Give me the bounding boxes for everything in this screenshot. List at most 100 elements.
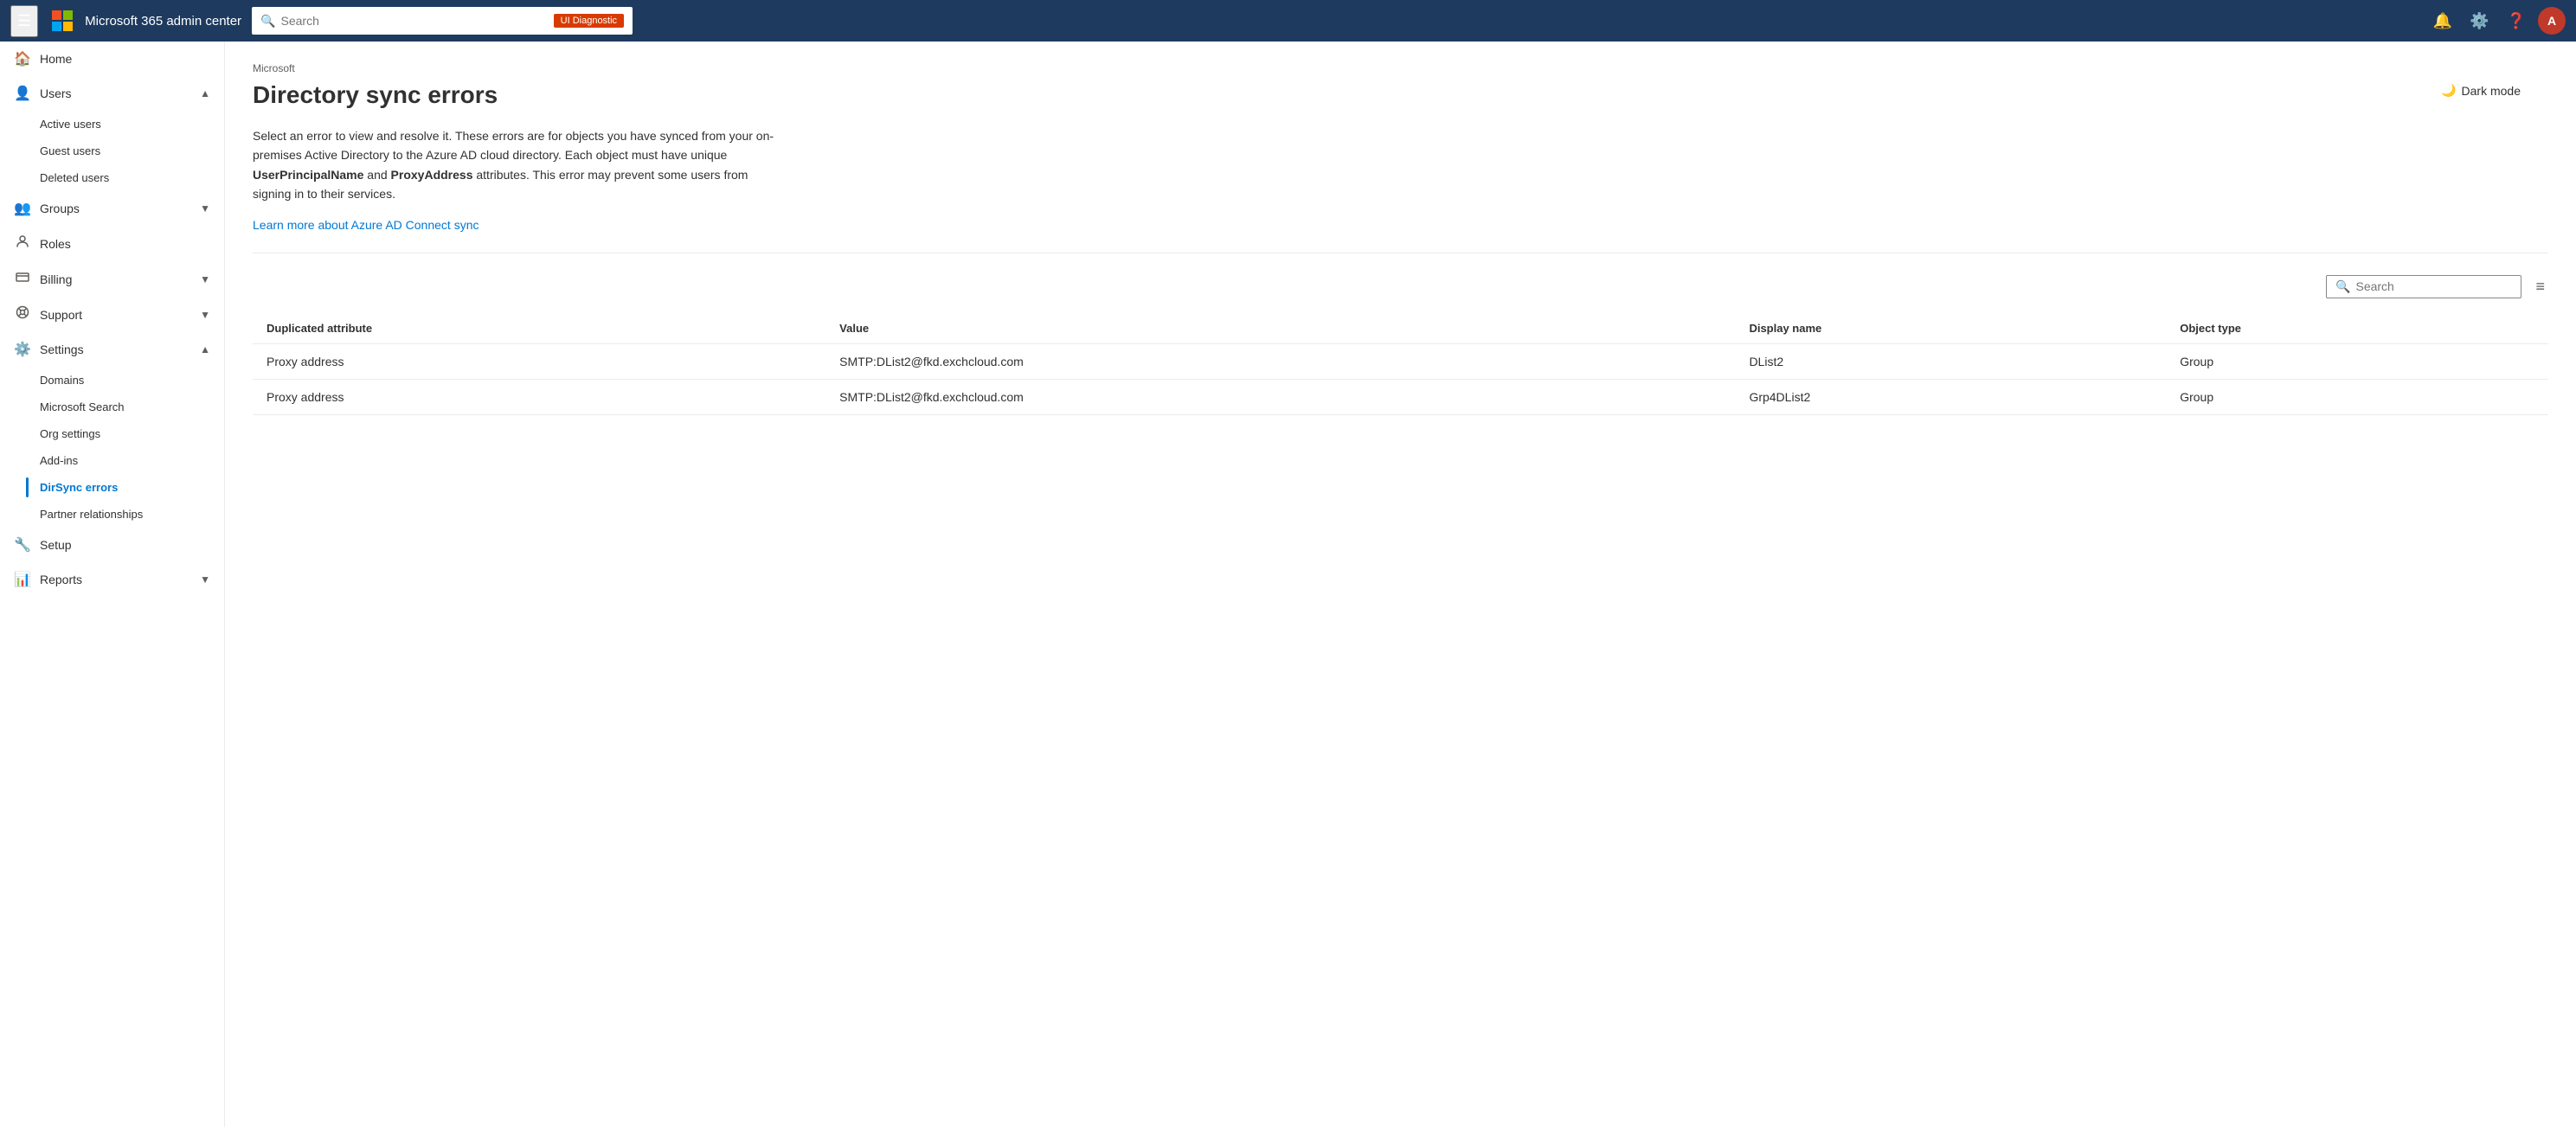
notification-button[interactable]: 🔔 — [2428, 7, 2457, 35]
sidebar-label-roles: Roles — [40, 237, 210, 251]
table-row[interactable]: Proxy addressSMTP:DList2@fkd.exchcloud.c… — [253, 343, 2548, 379]
settings-nav-icon: ⚙️ — [14, 341, 31, 358]
sidebar-item-users[interactable]: 👤 Users ▲ — [0, 76, 224, 111]
cell-value: SMTP:DList2@fkd.exchcloud.com — [825, 379, 1735, 414]
page-title: Directory sync errors — [253, 81, 2548, 109]
bold-upn: UserPrincipalName — [253, 168, 363, 182]
table-body: Proxy addressSMTP:DList2@fkd.exchcloud.c… — [253, 343, 2548, 414]
setup-icon: 🔧 — [14, 536, 31, 554]
groups-icon: 👥 — [14, 200, 31, 217]
cell-objecttype: Group — [2166, 379, 2548, 414]
app-title: Microsoft 365 admin center — [85, 14, 241, 29]
sidebar-item-domains[interactable]: Domains — [40, 367, 224, 394]
chevron-down-icon3: ▼ — [200, 309, 210, 321]
support-icon — [14, 305, 31, 323]
sidebar: 🏠 Home 👤 Users ▲ Active users Guest user… — [0, 42, 225, 1127]
help-button[interactable]: ❓ — [2502, 7, 2531, 35]
org-settings-label: Org settings — [40, 427, 100, 440]
top-nav-right: 🔔 ⚙️ ❓ A — [2428, 7, 2566, 35]
sidebar-item-dirsync-errors[interactable]: DirSync errors — [40, 474, 224, 501]
home-icon: 🏠 — [14, 50, 31, 67]
sidebar-item-partner-relationships[interactable]: Partner relationships — [40, 501, 224, 528]
col-display-name: Display name — [1735, 313, 2166, 344]
description-text: Select an error to view and resolve it. … — [253, 126, 789, 204]
sidebar-item-roles[interactable]: Roles — [0, 226, 224, 261]
sidebar-item-reports[interactable]: 📊 Reports ▼ — [0, 562, 224, 597]
chevron-down-icon4: ▼ — [200, 573, 210, 586]
sidebar-item-microsoft-search[interactable]: Microsoft Search — [40, 394, 224, 420]
sidebar-item-billing[interactable]: Billing ▼ — [0, 261, 224, 297]
cell-value: SMTP:DList2@fkd.exchcloud.com — [825, 343, 1735, 379]
sidebar-item-groups[interactable]: 👥 Groups ▼ — [0, 191, 224, 226]
search-input[interactable] — [281, 14, 549, 28]
sidebar-label-reports: Reports — [40, 573, 191, 586]
sidebar-item-home[interactable]: 🏠 Home — [0, 42, 224, 76]
chevron-down-icon2: ▼ — [200, 273, 210, 285]
sidebar-item-setup[interactable]: 🔧 Setup — [0, 528, 224, 562]
cell-duplicatedattribute: Proxy address — [253, 379, 825, 414]
sidebar-label-home: Home — [40, 52, 210, 66]
microsoft-search-label: Microsoft Search — [40, 400, 125, 413]
sidebar-item-guest-users[interactable]: Guest users — [40, 138, 224, 164]
col-duplicated-attribute: Duplicated attribute — [253, 313, 825, 344]
data-table: Duplicated attribute Value Display name … — [253, 313, 2548, 415]
avatar[interactable]: A — [2538, 7, 2566, 35]
sidebar-label-users: Users — [40, 86, 191, 100]
sidebar-label-setup: Setup — [40, 538, 210, 552]
learn-more-link[interactable]: Learn more about Azure AD Connect sync — [253, 218, 479, 232]
billing-icon — [14, 270, 31, 288]
main-layout: 🏠 Home 👤 Users ▲ Active users Guest user… — [0, 42, 2576, 1127]
chevron-up-icon: ▲ — [200, 87, 210, 99]
chevron-up-icon2: ▲ — [200, 343, 210, 355]
partner-relationships-label: Partner relationships — [40, 508, 143, 521]
dirsync-errors-label: DirSync errors — [40, 481, 118, 494]
cell-objecttype: Group — [2166, 343, 2548, 379]
col-value: Value — [825, 313, 1735, 344]
filter-button[interactable]: ≡ — [2532, 274, 2548, 299]
table-row[interactable]: Proxy addressSMTP:DList2@fkd.exchcloud.c… — [253, 379, 2548, 414]
guest-users-label: Guest users — [40, 144, 100, 157]
settings-submenu: Domains Microsoft Search Org settings Ad… — [0, 367, 224, 528]
table-search-icon: 🔍 — [2335, 279, 2350, 294]
top-search-bar: 🔍 UI Diagnostic — [252, 7, 633, 35]
sidebar-label-billing: Billing — [40, 272, 191, 286]
sidebar-label-settings: Settings — [40, 343, 191, 356]
top-nav: ☰ Microsoft 365 admin center 🔍 UI Diagno… — [0, 0, 2576, 42]
cell-displayname: DList2 — [1735, 343, 2166, 379]
sidebar-item-org-settings[interactable]: Org settings — [40, 420, 224, 447]
add-ins-label: Add-ins — [40, 454, 78, 467]
sidebar-label-groups: Groups — [40, 202, 191, 215]
users-icon: 👤 — [14, 85, 31, 102]
sidebar-item-add-ins[interactable]: Add-ins — [40, 447, 224, 474]
sidebar-item-settings[interactable]: ⚙️ Settings ▲ — [0, 332, 224, 367]
cell-duplicatedattribute: Proxy address — [253, 343, 825, 379]
content-wrapper: 🌙 Dark mode Microsoft Directory sync err… — [253, 62, 2548, 415]
sidebar-item-deleted-users[interactable]: Deleted users — [40, 164, 224, 191]
ui-diagnostic-badge[interactable]: UI Diagnostic — [554, 14, 624, 28]
bold-proxy: ProxyAddress — [391, 168, 473, 182]
cell-displayname: Grp4DList2 — [1735, 379, 2166, 414]
content-area: 🌙 Dark mode Microsoft Directory sync err… — [225, 42, 2576, 1127]
search-icon: 🔍 — [260, 14, 275, 29]
active-users-label: Active users — [40, 118, 101, 131]
hamburger-button[interactable]: ☰ — [10, 5, 38, 37]
microsoft-logo — [48, 7, 76, 35]
table-search-bar: 🔍 — [2326, 275, 2521, 298]
domains-label: Domains — [40, 374, 84, 387]
sidebar-label-support: Support — [40, 308, 191, 322]
settings-button[interactable]: ⚙️ — [2464, 7, 2494, 35]
table-header: Duplicated attribute Value Display name … — [253, 313, 2548, 344]
microsoft-label: Microsoft — [253, 62, 2548, 74]
dark-mode-icon: 🌙 — [2441, 83, 2456, 98]
table-search-input[interactable] — [2355, 279, 2512, 293]
reports-icon: 📊 — [14, 571, 31, 588]
sidebar-item-support[interactable]: Support ▼ — [0, 297, 224, 332]
col-object-type: Object type — [2166, 313, 2548, 344]
dark-mode-toggle[interactable]: 🌙 Dark mode — [2441, 83, 2521, 98]
logo-area: Microsoft 365 admin center — [48, 7, 241, 35]
sidebar-item-active-users[interactable]: Active users — [40, 111, 224, 138]
users-submenu: Active users Guest users Deleted users — [0, 111, 224, 191]
dark-mode-label: Dark mode — [2462, 84, 2521, 98]
roles-icon — [14, 234, 31, 253]
table-toolbar: 🔍 ≡ — [253, 274, 2548, 299]
